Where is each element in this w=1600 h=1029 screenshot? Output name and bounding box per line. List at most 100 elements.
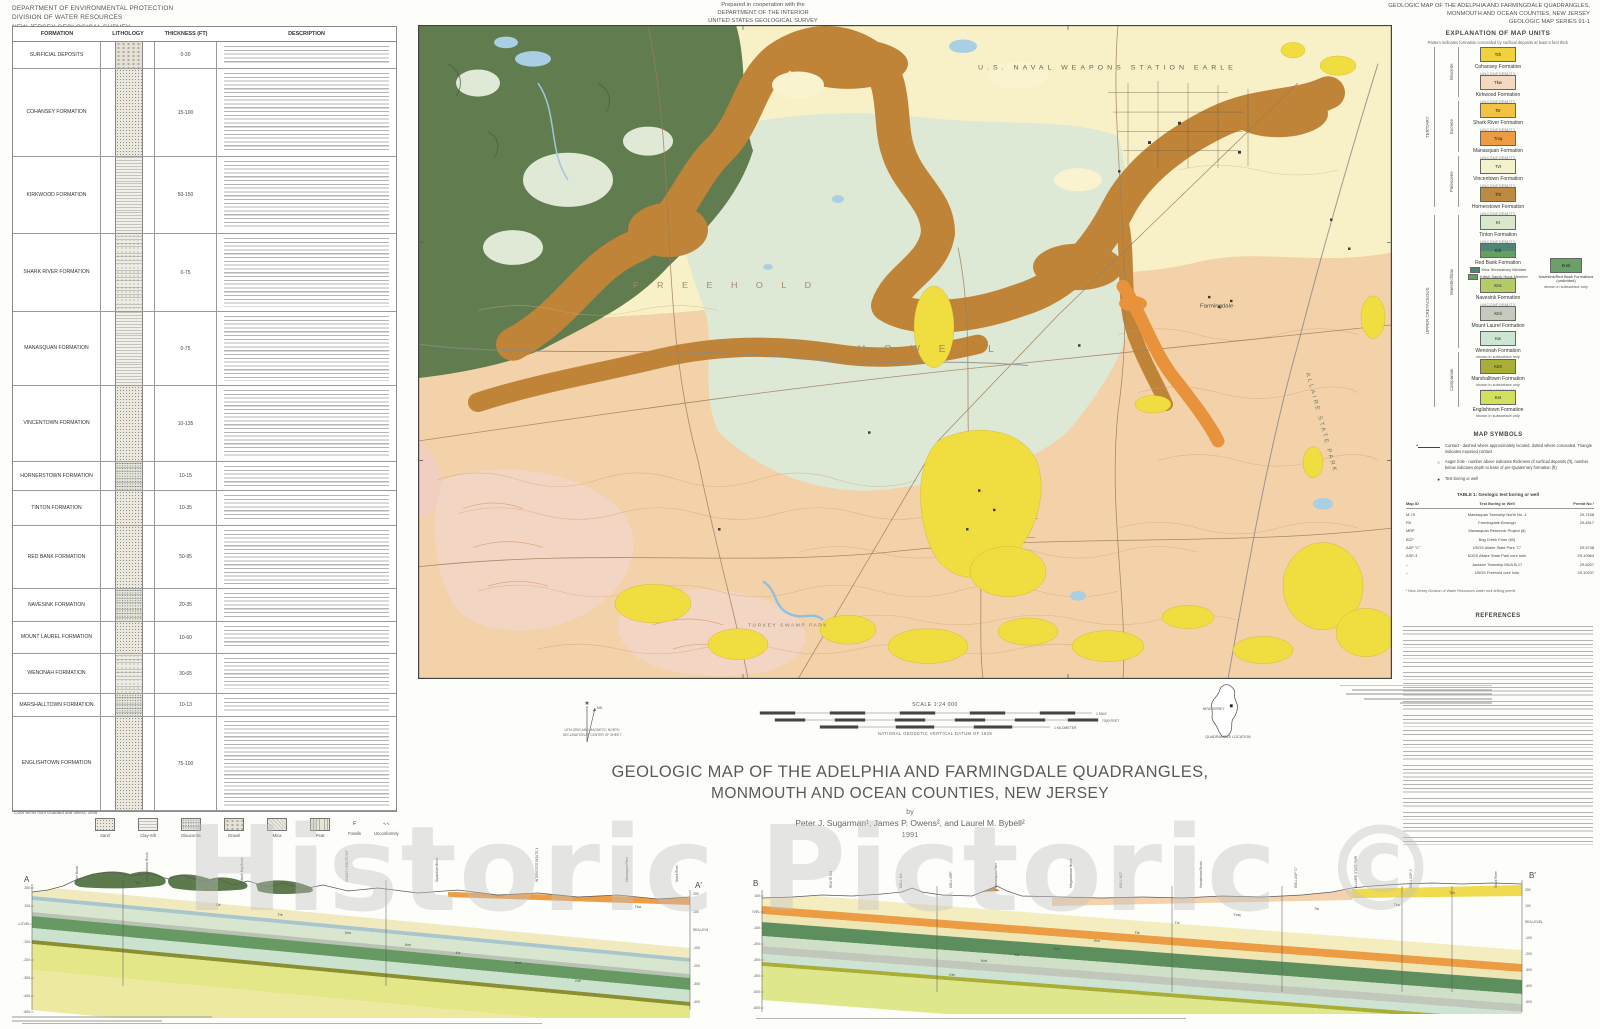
cross-section-a: A A′ 200100SEA LEVEL-100-200-300-400-500… — [18, 848, 708, 1022]
thickness-value: 30-65 — [155, 654, 217, 693]
legend-swatch: Tht — [1480, 187, 1516, 202]
svg-label: Tvt — [216, 903, 221, 907]
section-feature-label: WELL MRP — [949, 871, 953, 888]
lithology-pattern — [115, 462, 143, 490]
legend-swatch: Tch — [1480, 47, 1516, 62]
description-cell — [217, 589, 396, 621]
reference-entry — [1403, 812, 1593, 820]
svg-label: -200 — [23, 958, 30, 962]
lithology-cell — [101, 234, 155, 311]
svg-label: Kmt — [981, 959, 987, 963]
table1-row: FBFarmingdale Borough29-4517 — [1406, 520, 1594, 525]
table1-permit: 29-10964 — [1558, 553, 1594, 558]
formation-name: KIRKWOOD FORMATION — [13, 157, 101, 233]
map-title-line1: GEOLOGIC MAP OF THE ADELPHIA AND FARMING… — [600, 763, 1220, 782]
description-text-lines — [224, 161, 389, 229]
thickness-value: 50-150 — [155, 157, 217, 233]
svg-label: Kmt — [515, 961, 521, 965]
reference-entry — [1403, 640, 1593, 648]
declination-note: UTM GRID AND MAGNETIC NORTH DECLINATION … — [527, 728, 657, 737]
thickness-value: 75-100 — [155, 717, 217, 810]
col-description: DESCRIPTION — [217, 31, 396, 37]
legend-swatch: Tmq — [1480, 131, 1516, 146]
svg-label: -300 — [693, 982, 700, 986]
svg-label: Tmq — [1234, 913, 1241, 917]
section-b-feature-labels: ROUTE 524WELL 119WELL MRPManasquan River… — [829, 856, 1498, 888]
era-label: Campanian — [1449, 352, 1454, 407]
era-bracket-line — [1458, 352, 1459, 407]
svg-label: -400 — [753, 974, 760, 978]
formation-row: WENONAH FORMATION30-65 — [13, 654, 396, 694]
lithology-cell — [101, 491, 155, 525]
svg-label: -400 — [23, 994, 30, 998]
description-cell — [217, 42, 396, 68]
svg-label: SEA LEVEL — [693, 928, 708, 932]
lithology-cell — [101, 589, 155, 621]
section-b-strata — [762, 892, 1522, 1016]
section-a-hill-caps — [74, 872, 313, 894]
era-label: Paleocene — [1449, 156, 1454, 207]
svg-label: -100 — [753, 926, 760, 930]
description-cell — [217, 312, 396, 385]
map-symbol-item: ▴Contact - dashed where approximately lo… — [1408, 443, 1592, 454]
legend-unit-code: Kns — [1481, 279, 1515, 292]
lithology-pattern — [115, 312, 143, 385]
quadrangle-location-label: QUADRANGLE LOCATION — [1188, 735, 1268, 739]
section-a-elevation-labels: 200100SEA LEVEL-100-200-300-400-500 — [18, 886, 34, 1014]
section-a-feature-labels: Mine BrookMingamahone BrookMarsh Bog Bro… — [75, 848, 679, 882]
thickness-value: 10-60 — [155, 622, 217, 653]
publication-year: 1991 — [600, 830, 1220, 839]
description-cell — [217, 717, 396, 810]
table1-map-id: FB — [1406, 520, 1436, 525]
table1-map-id: M-75 — [1406, 512, 1436, 517]
svg-label: -500 — [753, 990, 760, 994]
table1-title: TABLE 1: Geologic test boring or well — [1400, 492, 1596, 497]
section-a-prime-label: A′ — [695, 881, 702, 890]
description-text-lines — [224, 316, 389, 381]
map-place-label: U.S. NAVAL WEAPONS STATION EARLE — [978, 65, 1237, 72]
table1-well-name: Farmingdale Borough — [1436, 520, 1558, 525]
litho-key-item: Clay-Silt — [133, 818, 163, 838]
coop-line: Prepared in cooperation with the — [663, 2, 863, 10]
svg-label: Tsr — [1315, 907, 1321, 911]
description-cell — [217, 234, 396, 311]
reference-entry — [1403, 837, 1593, 845]
section-feature-label: Manasquan River — [994, 862, 998, 888]
legend-unit-code: Tmq — [1481, 132, 1515, 145]
lithology-cell — [101, 717, 155, 810]
section-b-elevation-labels-right: 200100SEA LEVEL-100-200-300-400-500 — [1525, 888, 1543, 1004]
table1-permit — [1558, 528, 1594, 533]
litho-key-swatch — [310, 818, 330, 831]
lithology-pattern — [115, 491, 143, 525]
era-bracket-line — [1458, 156, 1459, 207]
section-feature-label: Shark River — [675, 864, 679, 882]
map-place-label: TURKEY SWAMP PARK — [748, 623, 828, 629]
litho-key-label: Clay-Silt — [140, 833, 156, 838]
svg-label: 100 — [1525, 904, 1531, 908]
section-a-strata — [32, 886, 690, 1022]
svg-label: -100 — [23, 940, 30, 944]
formation-row: MANASQUAN FORMATION0-75 — [13, 312, 396, 386]
agency-line: DIVISION OF WATER RESOURCES — [12, 13, 173, 22]
description-text-lines — [224, 238, 389, 307]
table1-row: –Jackson Township MUA B-1729-8207 — [1406, 562, 1594, 567]
svg-label: 200 — [693, 892, 699, 896]
formation-row: KIRKWOOD FORMATION 50-150 — [13, 157, 396, 234]
legend-unit-code: Kw — [1481, 332, 1515, 345]
litho-key-label: Peat — [316, 833, 325, 838]
era-bracket-line — [1458, 101, 1459, 152]
svg-label: -300 — [1525, 968, 1532, 972]
cooperation-header: Prepared in cooperation with the DEPARTM… — [663, 2, 863, 25]
svg-label: -100 — [693, 946, 700, 950]
series-header: GEOLOGIC MAP OF THE ADELPHIA AND FARMING… — [1388, 3, 1590, 26]
litho-key-item: Sand — [90, 818, 120, 838]
formation-row: MARSHALLTOWN FORMATION10-13 — [13, 694, 396, 717]
description-text-lines — [224, 626, 389, 649]
unconformity-key-item: ∿∿Unconformity — [374, 818, 399, 836]
svg-label: -600 — [753, 1006, 760, 1010]
lithology-pattern — [115, 234, 143, 311]
lithology-pattern — [115, 69, 143, 156]
svg-label: Kml — [405, 943, 411, 947]
description-cell — [217, 69, 396, 156]
stratigraphic-table: FORMATION LITHOLOGY THICKNESS (FT) DESCR… — [12, 26, 397, 812]
